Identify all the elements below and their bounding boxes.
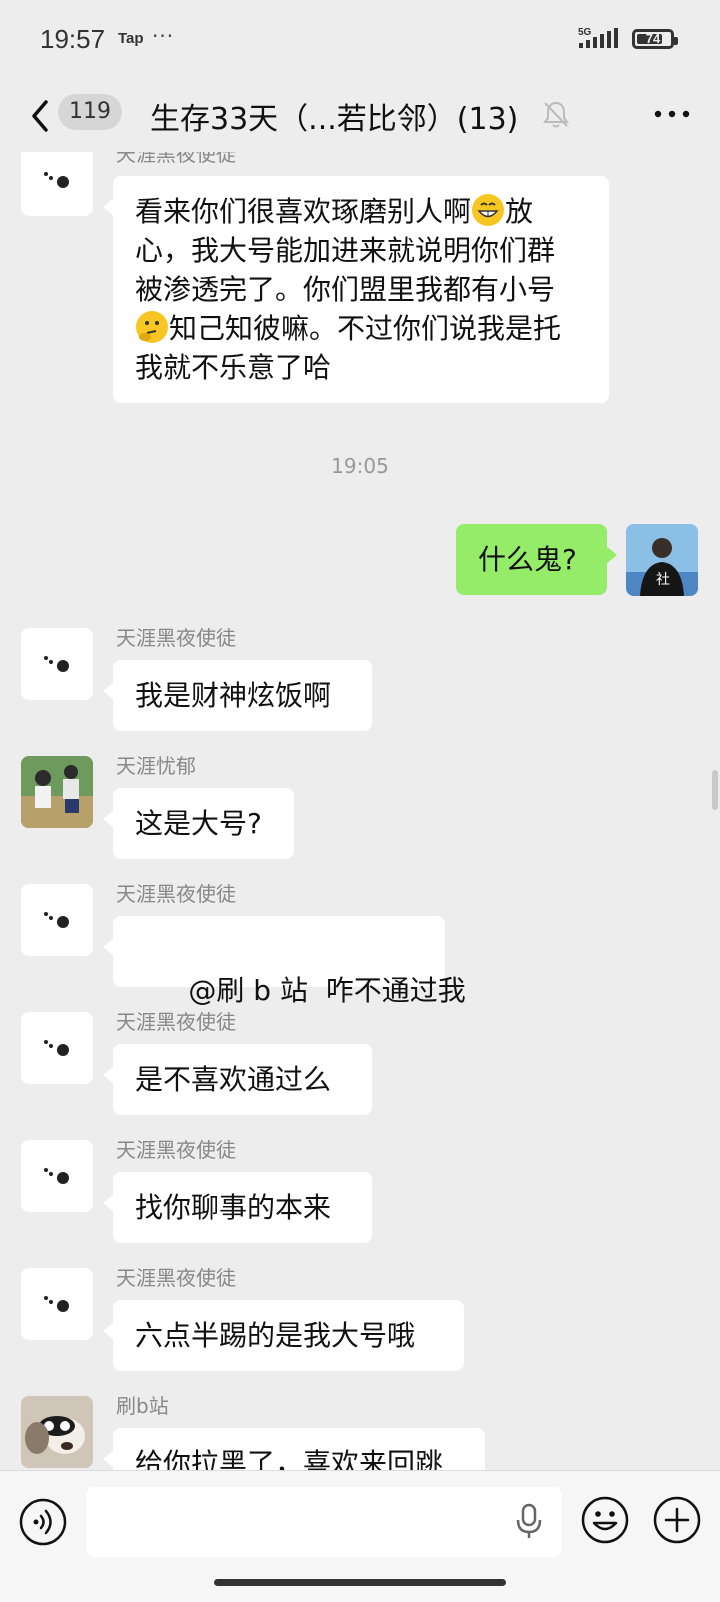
avatar[interactable] (21, 1140, 93, 1212)
message-bubble[interactable]: @刷 b 站 咋不通过我 (103, 916, 466, 1007)
message-bubble[interactable]: 这是大号? (103, 788, 294, 859)
sender-name: 天涯黑夜使徒 (116, 1138, 236, 1162)
user-photo-icon (21, 1396, 93, 1468)
default-avatar-icon (44, 656, 69, 672)
bell-off-icon (543, 101, 569, 128)
message-text-line: 心，我大号能加进来就说明你们群 (135, 234, 556, 267)
message-bubble-outgoing[interactable]: 什么鬼? (456, 524, 617, 595)
avatar[interactable] (21, 756, 93, 828)
message-bubble[interactable]: 找你聊事的本来 (103, 1172, 372, 1243)
default-avatar-icon (44, 912, 69, 928)
plus-icon[interactable] (652, 1495, 702, 1545)
avatar[interactable] (21, 1268, 93, 1340)
sender-name: 天涯黑夜使徒 (116, 152, 236, 166)
message-bubble[interactable]: 看来你们很喜欢琢磨别人啊放 心，我大号能加进来就说明你们群 被渗透完了。你们盟里… (103, 176, 609, 403)
home-indicator[interactable] (214, 1579, 506, 1586)
default-avatar-icon (44, 1040, 69, 1056)
message-text-line: 我就不乐意了哈 (135, 351, 332, 384)
avatar[interactable] (21, 884, 93, 956)
scrollbar-thumb[interactable] (712, 770, 718, 810)
message-text-line: 看来你们很喜欢琢磨别人啊 (135, 195, 472, 228)
message-list[interactable]: 天涯黑夜使徒 看来你们很喜欢琢磨别人啊放 心，我大号能加进来就说明你们群 被渗透… (0, 152, 720, 1470)
voice-icon[interactable] (18, 1497, 68, 1547)
message-text: 给你拉黑了，喜欢来回跳 (135, 1447, 444, 1470)
default-avatar-icon (44, 1168, 69, 1184)
my-avatar[interactable]: 社 (626, 524, 698, 596)
signal-icon: 5G (578, 27, 618, 48)
message-bubble[interactable]: 是不喜欢通过么 (103, 1044, 372, 1115)
emoji-icon[interactable] (580, 1495, 630, 1545)
timestamp: 19:05 (331, 454, 389, 478)
message-text-line: 被渗透完了。你们盟里我都有小号 (135, 273, 556, 306)
message-input[interactable] (86, 1487, 562, 1557)
svg-text:社: 社 (656, 572, 670, 588)
message-bubble[interactable]: 我是财神炫饭啊 (103, 660, 372, 731)
user-photo-icon: 社 (626, 524, 698, 596)
sender-name: 天涯黑夜使徒 (116, 626, 236, 650)
battery-level: 74 (645, 31, 661, 46)
grin-emoji-icon (472, 194, 505, 226)
message-bubble[interactable]: 给你拉黑了，喜欢来回跳 (103, 1428, 485, 1470)
status-bar: 19:57 Tap ··· 5G 74 (0, 0, 720, 80)
chat-title: 生存33天（...若比邻）(13) (150, 102, 519, 137)
network-type: 5G (578, 27, 592, 38)
sender-name: 天涯黑夜使徒 (116, 1266, 236, 1290)
unread-count-badge[interactable]: 119 (58, 94, 122, 130)
battery-icon: 74 (632, 29, 678, 49)
sender-name: 天涯忧郁 (116, 754, 196, 778)
avatar[interactable] (21, 628, 93, 700)
sender-name: 天涯黑夜使徒 (116, 882, 236, 906)
status-time: 19:57 (40, 24, 106, 54)
default-avatar-icon (44, 1296, 69, 1312)
message-bubble[interactable]: 六点半踢的是我大号哦 (103, 1300, 464, 1371)
more-horizontal-icon[interactable] (648, 96, 696, 132)
default-avatar-icon (44, 172, 69, 188)
message-text: 六点半踢的是我大号哦 (135, 1319, 416, 1352)
status-app-label: Tap (118, 30, 144, 47)
avatar[interactable] (21, 1012, 93, 1084)
input-bar (0, 1470, 720, 1602)
message-text: 什么鬼? (478, 543, 577, 576)
thinking-emoji-icon (136, 311, 168, 343)
message-text: @刷 b 站 咋不通过我 (188, 974, 466, 1007)
chat-header: 119 生存33天（...若比邻）(13) (0, 80, 720, 152)
avatar[interactable] (21, 1396, 93, 1468)
message-text-line: 放 (505, 195, 534, 228)
message-text: 找你聊事的本来 (135, 1191, 332, 1224)
sender-name: 天涯黑夜使徒 (116, 1010, 236, 1034)
user-photo-icon (21, 756, 93, 828)
microphone-icon[interactable] (514, 1501, 544, 1541)
message-text: 这是大号? (135, 807, 262, 840)
status-more-indicator: ··· (152, 24, 175, 48)
message-text: 我是财神炫饭啊 (135, 679, 332, 712)
avatar[interactable] (21, 152, 93, 216)
message-text: 是不喜欢通过么 (135, 1063, 332, 1096)
message-text-line: 知己知彼嘛。不过你们说我是托 (169, 312, 562, 345)
sender-name: 刷b站 (116, 1394, 169, 1418)
